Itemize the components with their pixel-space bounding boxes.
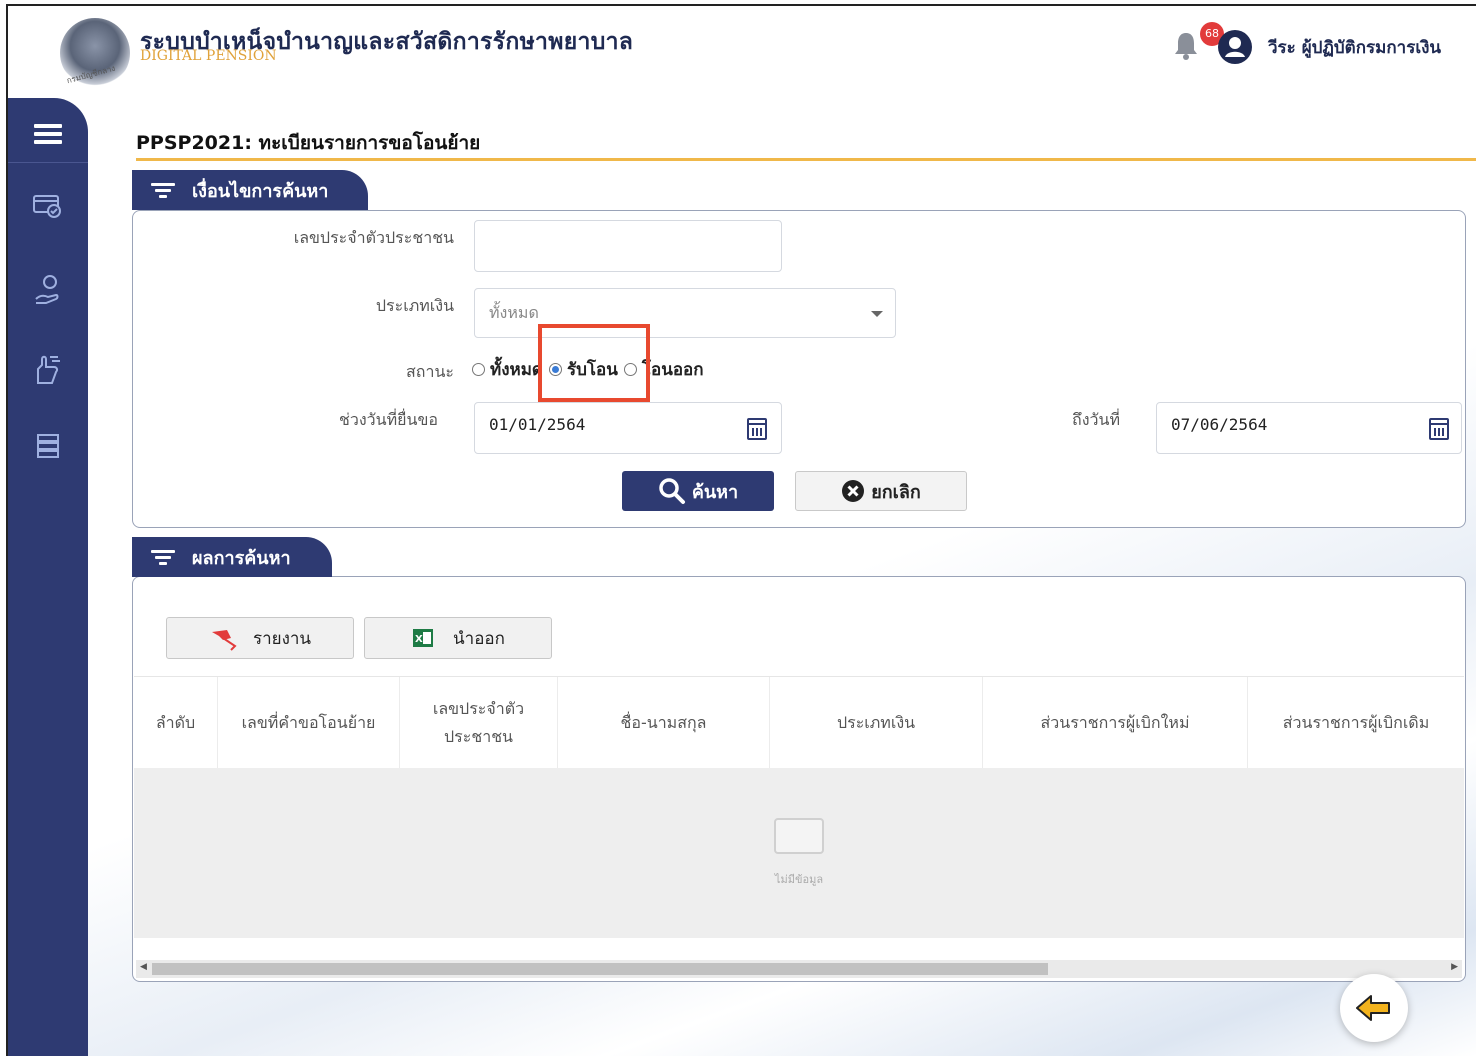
search-panel-tab: เงื่อนไขการค้นหา <box>132 170 368 210</box>
status-option-all: ทั้งหมด <box>490 360 543 380</box>
hand-money-icon <box>35 275 59 304</box>
empty-inbox-icon <box>774 818 824 854</box>
column-header[interactable]: เลขประจำตัว ประชาชน <box>400 677 558 769</box>
date-from-value: 01/01/2564 <box>489 415 586 434</box>
server-icon <box>37 434 59 458</box>
status-option-transfer-out: โอนออก <box>641 360 704 380</box>
horizontal-scrollbar[interactable]: ◀ ▶ <box>136 960 1462 978</box>
excel-icon: X <box>413 629 434 647</box>
hand-pointer-icon <box>37 355 60 384</box>
sidebar-item-pension[interactable] <box>8 260 88 320</box>
sidebar-divider <box>8 162 88 163</box>
filter-icon <box>150 180 176 201</box>
calendar-icon[interactable] <box>1429 418 1449 440</box>
sidebar-item-request[interactable] <box>8 340 88 400</box>
pdf-icon <box>211 630 237 651</box>
status-label: สถานะ <box>406 362 454 381</box>
money-type-value: ทั้งหมด <box>489 303 539 322</box>
back-button[interactable] <box>1340 974 1408 1042</box>
radio-all-icon <box>472 363 485 376</box>
results-table-header: ลำดับ เลขที่คำขอโอนย้าย เลขประจำตัว ประช… <box>134 676 1464 769</box>
app-header: กรมบัญชีกลาง ระบบบำเหน็จบำนาญและสวัสดิกา… <box>8 6 1476 98</box>
sidebar-item-payment[interactable] <box>8 176 88 236</box>
search-panel-title: เงื่อนไขการค้นหา <box>192 180 329 202</box>
date-to-value: 07/06/2564 <box>1171 415 1268 434</box>
column-header[interactable]: ประเภทเงิน <box>770 677 983 769</box>
column-header[interactable]: ลำดับ <box>134 677 218 769</box>
arrow-left-icon <box>1356 995 1390 1021</box>
date-to-label: ถึงวันที่ <box>1072 410 1120 429</box>
column-header[interactable]: เลขที่คำขอโอนย้าย <box>218 677 400 769</box>
column-header[interactable]: ชื่อ-นามสกุล <box>558 677 770 769</box>
sidebar <box>8 98 88 1056</box>
results-panel-tab: ผลการค้นหา <box>132 537 332 577</box>
sidebar-item-data[interactable] <box>8 416 88 476</box>
citizen-id-label: เลขประจำตัวประชาชน <box>293 228 454 247</box>
report-button[interactable]: รายงาน <box>166 617 354 659</box>
close-circle-icon <box>842 480 865 502</box>
results-table-body: ไม่มีข้อมูล <box>134 768 1464 938</box>
cancel-button[interactable]: ยกเลิก <box>795 471 967 511</box>
calendar-icon[interactable] <box>747 418 767 440</box>
user-avatar-icon[interactable] <box>1218 30 1252 64</box>
menu-toggle-icon[interactable] <box>8 104 88 164</box>
money-type-label: ประเภทเงิน <box>375 296 454 315</box>
column-header[interactable]: ส่วนราชการผู้เบิกเดิม <box>1248 677 1464 769</box>
citizen-id-input[interactable] <box>474 220 782 272</box>
column-header[interactable]: ส่วนราชการผู้เบิกใหม่ <box>983 677 1248 769</box>
date-from-input[interactable]: 01/01/2564 <box>474 402 782 454</box>
svg-text:X: X <box>415 634 423 645</box>
app-subtitle: DIGITAL PENSION <box>140 48 277 64</box>
payment-icon <box>33 195 61 218</box>
results-panel-title: ผลการค้นหา <box>192 547 291 569</box>
title-underline <box>136 158 1476 161</box>
date-to-input[interactable]: 07/06/2564 <box>1156 402 1462 454</box>
report-button-label: รายงาน <box>252 628 312 649</box>
cancel-button-label: ยกเลิก <box>871 481 921 503</box>
chevron-down-icon <box>871 311 883 317</box>
search-button-label: ค้นหา <box>691 481 739 503</box>
date-from-label: ช่วงวันที่ยื่นขอ <box>339 410 438 429</box>
bell-icon[interactable] <box>1172 30 1200 60</box>
user-name[interactable]: วีระ ผู้ปฏิบัติกรมการเงิน <box>1268 34 1441 61</box>
filter-icon <box>150 547 176 568</box>
scroll-left-icon[interactable]: ◀ <box>140 962 147 972</box>
search-icon <box>659 478 685 504</box>
scrollbar-thumb[interactable] <box>152 963 1048 975</box>
search-button[interactable]: ค้นหา <box>622 471 774 511</box>
highlight-box <box>538 324 650 402</box>
empty-text: ไม่มีข้อมูล <box>774 873 824 886</box>
status-radio-all[interactable]: ทั้งหมด <box>472 356 543 383</box>
export-button[interactable]: X นำออก <box>364 617 552 659</box>
scroll-right-icon[interactable]: ▶ <box>1451 962 1458 972</box>
export-button-label: นำออก <box>453 628 505 649</box>
page-title: PPSP2021: ทะเบียนรายการขอโอนย้าย <box>136 132 481 154</box>
